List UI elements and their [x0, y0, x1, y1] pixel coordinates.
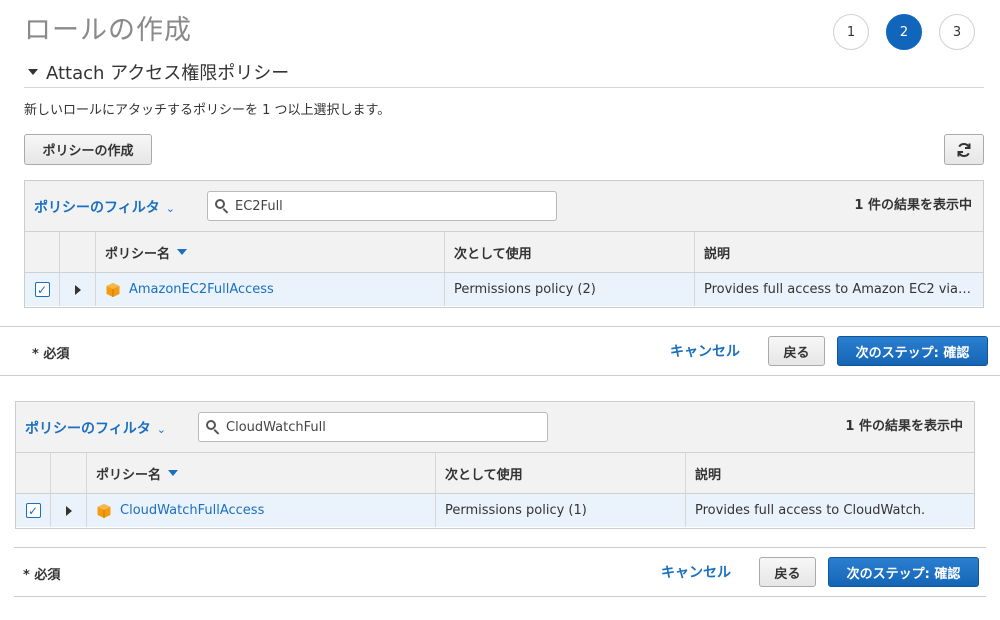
- column-header-policy-name[interactable]: ポリシー名: [96, 232, 445, 272]
- column-header-description: 説明: [695, 232, 983, 272]
- policy-panel-ec2: ポリシーのフィルタ ⌄ EC2Full 1 件の結果を表示中 ポリシー名 次として…: [24, 180, 984, 308]
- description-text: Provides full access to Amazon EC2 via t…: [704, 282, 983, 297]
- table-header: ポリシー名 次として使用 説明: [16, 453, 974, 494]
- page-title: ロールの作成: [24, 15, 192, 46]
- description-text: Provides full access to CloudWatch.: [695, 503, 926, 518]
- header-expand-cell: [51, 453, 87, 493]
- wizard-stepper: 1 2 3: [833, 14, 975, 50]
- required-note: * 必須: [23, 568, 61, 583]
- policy-name-link[interactable]: AmazonEC2FullAccess: [129, 282, 274, 297]
- header-select-cell: [16, 453, 51, 493]
- collapse-caret-icon[interactable]: [28, 68, 38, 75]
- sort-desc-icon[interactable]: [168, 470, 179, 476]
- result-count: 1 件の結果を表示中: [854, 198, 972, 213]
- header-select-cell: [25, 232, 60, 272]
- policy-panel-cloudwatch: ポリシーのフィルタ ⌄ CloudWatchFull 1 件の結果を表示中 ポリシ…: [15, 401, 975, 529]
- filter-bar: ポリシーのフィルタ ⌄ CloudWatchFull 1 件の結果を表示中: [16, 402, 974, 453]
- row-select-cell: ✓: [16, 494, 51, 527]
- result-count: 1 件の結果を表示中: [845, 419, 963, 434]
- column-policy-name-label: ポリシー名: [105, 246, 171, 262]
- chevron-down-icon: ⌄: [165, 202, 175, 215]
- sort-desc-icon[interactable]: [177, 249, 188, 255]
- wizard-footer: * 必須 キャンセル 戻る 次のステップ: 確認: [0, 326, 1000, 376]
- filter-label: ポリシーのフィルタ: [25, 421, 151, 437]
- description-cell: Provides full access to CloudWatch.: [686, 494, 974, 527]
- column-header-used-as: 次として使用: [445, 232, 695, 272]
- next-step-button[interactable]: 次のステップ: 確認: [828, 557, 979, 587]
- used-as-cell: Permissions policy (2): [445, 273, 695, 306]
- policy-box-icon: [106, 282, 120, 297]
- cancel-link[interactable]: キャンセル: [661, 562, 731, 582]
- column-header-used-as: 次として使用: [436, 453, 686, 493]
- policy-filter-dropdown[interactable]: ポリシーのフィルタ ⌄: [25, 418, 166, 438]
- policy-name-link[interactable]: CloudWatchFullAccess: [120, 503, 264, 518]
- search-value: EC2Full: [235, 198, 283, 214]
- column-description-label: 説明: [704, 246, 731, 262]
- create-policy-button[interactable]: ポリシーの作成: [24, 134, 152, 165]
- row-expand-cell: [60, 273, 96, 306]
- row-checkbox-checked[interactable]: ✓: [34, 282, 50, 297]
- step-3[interactable]: 3: [939, 14, 975, 50]
- required-note: * 必須: [32, 347, 70, 362]
- column-header-policy-name[interactable]: ポリシー名: [87, 453, 436, 493]
- step-1[interactable]: 1: [833, 14, 869, 50]
- back-button[interactable]: 戻る: [759, 557, 816, 587]
- column-used-as-label: 次として使用: [445, 467, 523, 483]
- expand-row-icon[interactable]: [74, 284, 81, 295]
- step-2-active[interactable]: 2: [886, 14, 922, 50]
- used-as-cell: Permissions policy (1): [436, 494, 686, 527]
- column-policy-name-label: ポリシー名: [96, 467, 162, 483]
- row-checkbox-checked[interactable]: ✓: [25, 503, 41, 518]
- row-select-cell: ✓: [25, 273, 60, 306]
- header-expand-cell: [60, 232, 96, 272]
- section-description: 新しいロールにアタッチするポリシーを 1 つ以上選択します。: [24, 103, 391, 118]
- row-expand-cell: [51, 494, 87, 527]
- cancel-link[interactable]: キャンセル: [670, 341, 740, 361]
- search-icon: [214, 198, 230, 214]
- column-used-as-label: 次として使用: [454, 246, 532, 262]
- wizard-footer: * 必須 キャンセル 戻る 次のステップ: 確認: [14, 547, 986, 597]
- refresh-button[interactable]: [944, 134, 984, 165]
- expand-row-icon[interactable]: [65, 505, 72, 516]
- chevron-down-icon: ⌄: [156, 423, 166, 436]
- table-header: ポリシー名 次として使用 説明: [25, 232, 983, 273]
- table-row[interactable]: ✓ CloudWatchFullAccess Permissions polic…: [16, 494, 974, 527]
- next-step-button[interactable]: 次のステップ: 確認: [837, 336, 988, 366]
- column-header-description: 説明: [686, 453, 974, 493]
- policy-name-cell: CloudWatchFullAccess: [87, 494, 436, 527]
- table-row[interactable]: ✓ AmazonEC2FullAccess Permissions policy…: [25, 273, 983, 306]
- policy-name-cell: AmazonEC2FullAccess: [96, 273, 445, 306]
- section-header[interactable]: Attach アクセス権限ポリシー: [24, 56, 984, 88]
- back-button[interactable]: 戻る: [768, 336, 825, 366]
- search-value: CloudWatchFull: [226, 419, 326, 435]
- search-input[interactable]: EC2Full: [207, 191, 557, 221]
- search-input[interactable]: CloudWatchFull: [198, 412, 548, 442]
- description-cell: Provides full access to Amazon EC2 via t…: [695, 273, 983, 306]
- section-title: Attach アクセス権限ポリシー: [46, 62, 290, 84]
- refresh-icon: [957, 142, 971, 157]
- column-description-label: 説明: [695, 467, 722, 483]
- filter-label: ポリシーのフィルタ: [34, 200, 160, 216]
- search-icon: [205, 419, 221, 435]
- policy-box-icon: [97, 503, 111, 518]
- policy-filter-dropdown[interactable]: ポリシーのフィルタ ⌄: [34, 197, 175, 217]
- filter-bar: ポリシーのフィルタ ⌄ EC2Full 1 件の結果を表示中: [25, 181, 983, 232]
